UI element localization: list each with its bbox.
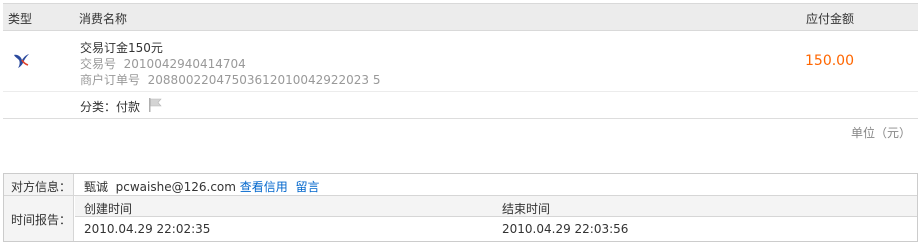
info-table: 对方信息： 甄诚 pcwaishe@126.com 查看信用 留言 时间报告： … [3,173,918,242]
view-credit-link[interactable]: 查看信用 [240,180,288,194]
order-title: 交易订金150元 [80,41,163,55]
ended-time-header: 结束时间 [502,202,551,216]
header-amount: 应付金额 [806,12,855,26]
flag-icon[interactable] [147,97,163,113]
trade-number: 交易号 2010042940414704 [80,57,246,71]
order-amount: 150.00 [805,53,854,69]
time-report-row: 时间报告： 创建时间 结束时间 2010.04.29 22:02:35 2010… [4,196,917,241]
unit-note: 单位（元） [850,126,911,140]
header-type: 类型 [8,12,33,26]
merchant-order-number: 商户订单号 20880022047503612010042922023 5 [80,73,381,87]
counterparty-email: pcwaishe@126.com [115,180,236,194]
counterparty-label: 对方信息： [11,180,72,194]
category-label: 分类：付款 [80,100,141,114]
time-report-label-cell: 时间报告： [4,196,74,241]
time-values: 2010.04.29 22:02:35 2010.04.29 22:03:56 [75,217,917,240]
counterparty-name: 甄诚 [84,180,109,194]
bird-logo-icon [14,54,29,68]
counterparty-label-cell: 对方信息： [4,174,74,195]
counterparty-row: 对方信息： 甄诚 pcwaishe@126.com 查看信用 留言 [4,174,917,196]
created-time-header: 创建时间 [84,202,133,216]
created-time-value: 2010.04.29 22:02:35 [84,222,211,236]
time-report-label: 时间报告： [11,213,72,227]
counterparty-info: 甄诚 pcwaishe@126.com 查看信用 留言 [84,178,319,195]
category-row: 分类：付款 [3,92,918,119]
time-header: 创建时间 结束时间 [75,196,917,217]
table-row: 交易订金150元 交易号 2010042940414704 商户订单号 2088… [3,31,918,92]
table-header: 类型 消费名称 应付金额 [3,3,918,31]
header-name: 消费名称 [79,12,128,26]
message-link[interactable]: 留言 [295,180,319,194]
ended-time-value: 2010.04.29 22:03:56 [502,222,629,236]
order-table: 类型 消费名称 应付金额 交易订金150元 交易号 20100429404147… [3,3,918,119]
